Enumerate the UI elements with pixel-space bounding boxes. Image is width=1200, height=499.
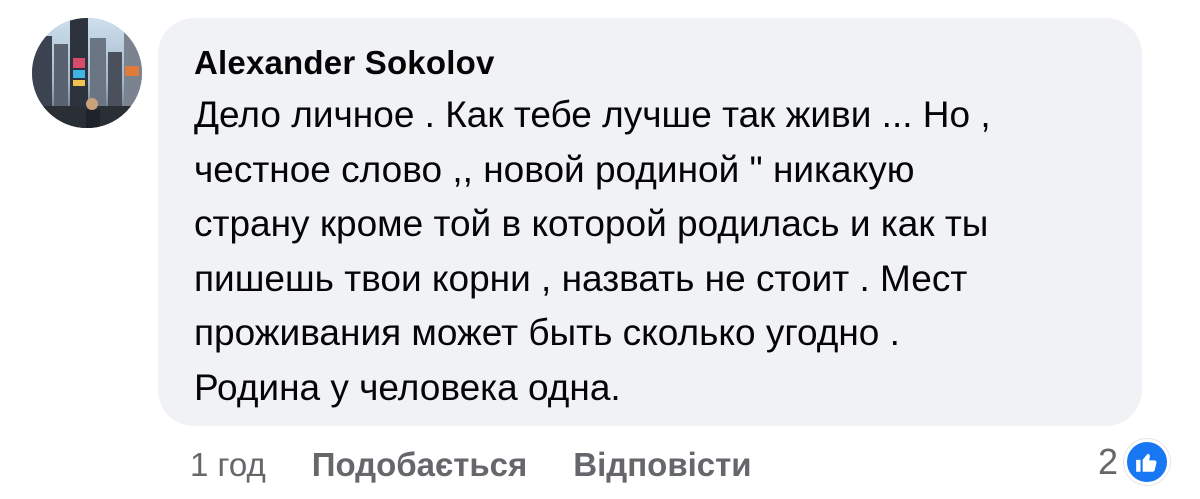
avatar[interactable]: [32, 18, 142, 128]
thumbs-up-icon: [1124, 439, 1171, 485]
comment-line: проживания может быть сколько угодно .: [194, 312, 900, 353]
comment-timestamp[interactable]: 1 год: [190, 446, 266, 484]
reply-button[interactable]: Відповісти: [573, 446, 751, 484]
comment-actions: 1 год Подобається Відповісти: [190, 443, 752, 487]
comment-line: Родина у человека одна.: [194, 366, 621, 408]
comment-author[interactable]: Alexander Sokolov: [194, 44, 495, 82]
reactions-summary[interactable]: 2: [1098, 437, 1171, 487]
comment-line: пишешь твои корни , назвать не стоит . М…: [194, 257, 968, 299]
comment-line: Дело личное . Как тебе лучше так живи ..…: [194, 94, 991, 135]
comment-text: Дело личное . Как тебе лучше так живи ..…: [194, 88, 1129, 415]
comment-line: честное слово ,, новой родиной " никакую: [194, 148, 915, 190]
like-button[interactable]: Подобається: [312, 446, 528, 484]
avatar-photo: [32, 18, 142, 128]
comment-line: страну кроме той в которой родилась и ка…: [194, 203, 989, 244]
reaction-count: 2: [1098, 441, 1119, 482]
